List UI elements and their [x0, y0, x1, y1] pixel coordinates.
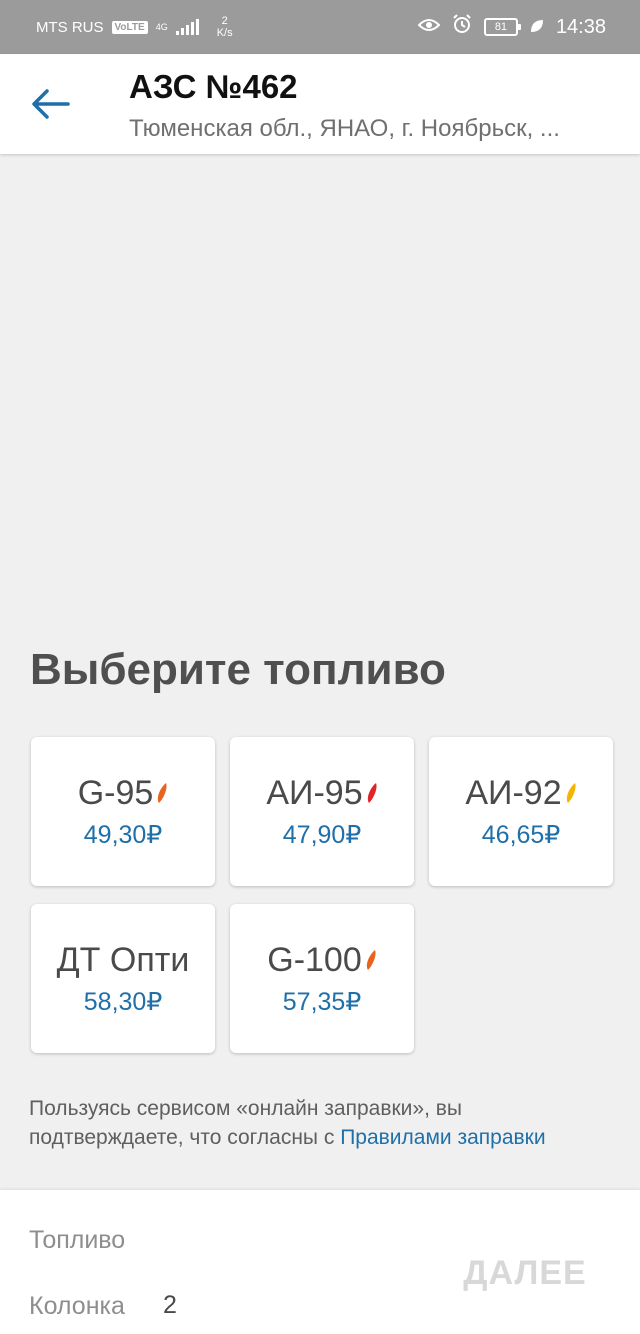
summary-column-label: Колонка — [29, 1292, 125, 1320]
clock-time: 14:38 — [555, 15, 606, 38]
carrier-name: MTS RUS — [36, 18, 104, 36]
fuel-price: 46,65₽ — [481, 821, 561, 849]
fuel-card-g95[interactable]: G-95 49,30₽ — [31, 737, 215, 886]
volte-badge: VoLTE — [111, 20, 148, 34]
station-title: АЗС №462 — [129, 68, 298, 105]
fuel-name-row: АИ-92 — [465, 773, 576, 813]
fuel-name: АИ-92 — [465, 774, 562, 812]
fuel-price: 57,35₽ — [282, 988, 362, 1016]
summary-column-value: 2 — [163, 1291, 177, 1319]
battery-icon: 81 — [483, 18, 521, 36]
status-right: 81 14:38 — [417, 14, 606, 40]
fuel-section-title: Выберите топливо — [30, 645, 446, 694]
speed-value: 2 — [221, 15, 228, 27]
status-left: MTS RUS VoLTE 4G 2 K/s — [36, 15, 233, 39]
fuel-name-row: ДТ Опти — [57, 940, 190, 980]
fuel-name: G-100 — [267, 941, 362, 979]
agreement-text: Пользуясь сервисом «онлайн заправки», вы… — [29, 1094, 619, 1152]
fuel-drop-icon — [367, 783, 377, 803]
fuel-name: АИ-95 — [266, 774, 363, 812]
fuel-name-row: G-95 — [78, 773, 169, 813]
fuel-price: 49,30₽ — [83, 821, 163, 849]
fuel-card-ai95[interactable]: АИ-95 47,90₽ — [230, 737, 414, 886]
signal-icon — [175, 19, 199, 35]
alarm-icon — [452, 14, 472, 40]
fuel-name: G-95 — [77, 774, 154, 812]
eye-icon — [417, 16, 441, 39]
fuel-drop-icon — [366, 950, 376, 970]
rules-link[interactable]: Правилами заправки — [340, 1126, 545, 1149]
station-address: Тюменская обл., ЯНАО, г. Ноябрьск, ... — [129, 115, 560, 142]
arrow-left-icon — [32, 89, 70, 119]
summary-fuel-label: Топливо — [29, 1226, 126, 1254]
fuel-price: 47,90₽ — [282, 821, 362, 849]
fuel-card-ai92[interactable]: АИ-92 46,65₽ — [429, 737, 613, 886]
next-button[interactable]: ДАЛЕЕ — [440, 1250, 610, 1296]
fuel-price: 58,30₽ — [83, 988, 163, 1016]
speed-unit: K/s — [216, 27, 233, 39]
fuel-drop-icon — [566, 783, 576, 803]
fuel-name-row: G-100 — [267, 940, 377, 980]
status-bar: MTS RUS VoLTE 4G 2 K/s 81 14:38 — [0, 0, 640, 54]
leaf-icon — [530, 19, 544, 36]
app-header: АЗС №462 Тюменская обл., ЯНАО, г. Ноябрь… — [0, 54, 640, 154]
network-type: 4G — [155, 21, 168, 32]
order-summary-panel: Топливо Колонка 2 ДАЛЕЕ — [0, 1190, 640, 1334]
fuel-card-g100[interactable]: G-100 57,35₽ — [230, 904, 414, 1053]
back-button[interactable] — [26, 80, 74, 128]
fuel-name-row: АИ-95 — [266, 773, 377, 813]
fuel-name: ДТ Опти — [56, 941, 190, 979]
fuel-drop-icon — [158, 783, 167, 803]
fuel-card-dt-opti[interactable]: ДТ Опти 58,30₽ — [31, 904, 215, 1053]
network-speed: 2 K/s — [217, 15, 233, 39]
